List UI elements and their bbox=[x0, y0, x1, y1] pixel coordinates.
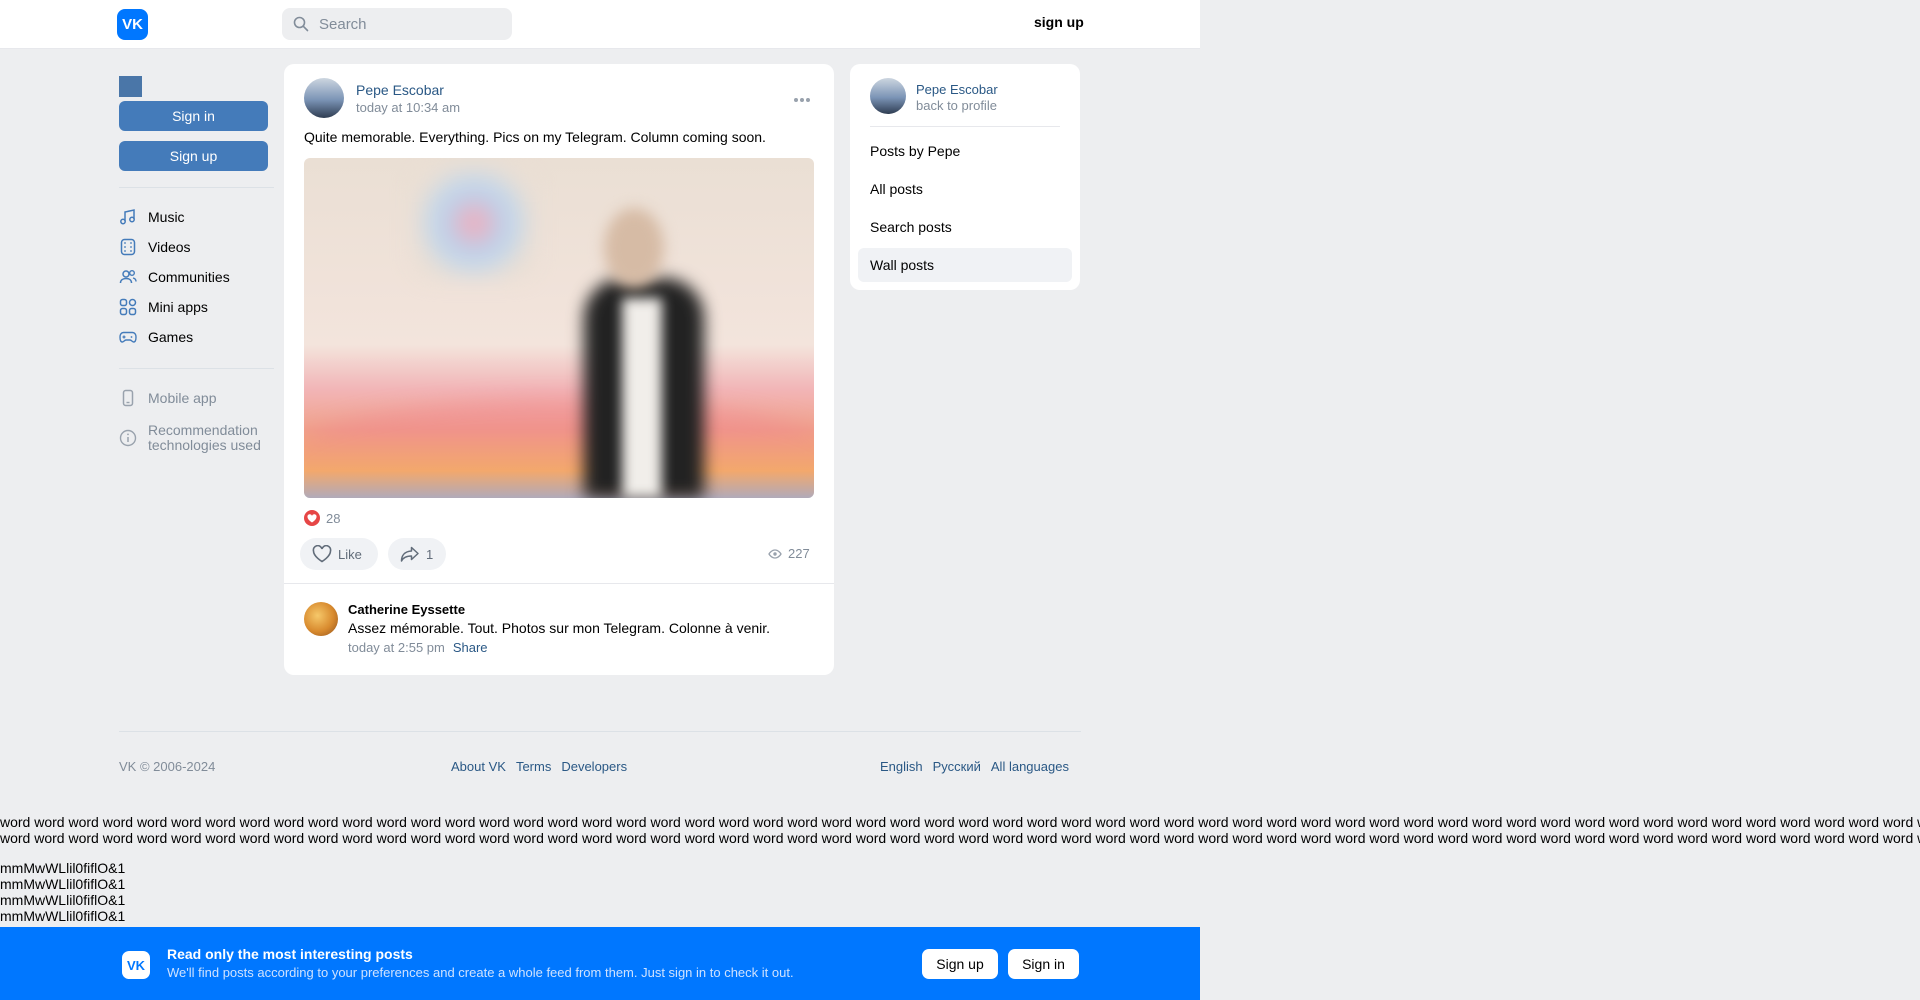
overflow-m-line: mmMwWLlil0fiflO&1 bbox=[0, 892, 126, 908]
banner-title: Read only the most interesting posts bbox=[167, 946, 413, 962]
heart-badge-icon bbox=[304, 510, 320, 526]
mini-apps-icon bbox=[119, 298, 137, 316]
nav-logo-square bbox=[119, 76, 142, 97]
heart-icon bbox=[312, 545, 332, 563]
video-icon bbox=[120, 238, 136, 256]
footer-languages: English Русский All languages bbox=[880, 759, 1069, 774]
banner-sign-in-button[interactable]: Sign in bbox=[1008, 949, 1079, 979]
comment-share-link[interactable]: Share bbox=[453, 640, 488, 655]
language-all[interactable]: All languages bbox=[991, 759, 1069, 774]
nav-item-recommendation[interactable]: Recommendation technologies used bbox=[119, 423, 275, 453]
nav-item-label: Communities bbox=[148, 269, 230, 285]
sign-up-button[interactable]: Sign up bbox=[119, 141, 268, 171]
phone-icon bbox=[122, 389, 134, 407]
nav-item-videos[interactable]: Videos bbox=[119, 232, 275, 262]
footer-copyright: VK © 2006-2024 bbox=[119, 759, 216, 774]
sidebar-item-posts-by-pepe[interactable]: Posts by Pepe bbox=[858, 134, 1072, 168]
overflow-word-line: word word word word word word word word … bbox=[0, 830, 1920, 846]
reactions-count: 28 bbox=[326, 510, 341, 526]
photo-blur-shape bbox=[414, 168, 534, 278]
nav-item-music[interactable]: Music bbox=[119, 202, 275, 232]
communities-icon bbox=[119, 270, 137, 284]
post-card: Pepe Escobar today at 10:34 am Quite mem… bbox=[284, 64, 834, 675]
overflow-word-line: word word word word word word word word … bbox=[0, 814, 1920, 830]
like-label: Like bbox=[338, 546, 362, 562]
footer-divider bbox=[119, 731, 1081, 732]
reactions-summary[interactable]: 28 bbox=[304, 510, 340, 526]
comment-author-avatar[interactable] bbox=[304, 602, 338, 636]
info-icon bbox=[119, 429, 137, 447]
nav-item-label: Music bbox=[148, 209, 185, 225]
nav-item-label: Videos bbox=[148, 239, 191, 255]
sidebar-profile-name[interactable]: Pepe Escobar bbox=[916, 82, 998, 97]
more-icon bbox=[794, 98, 810, 102]
overflow-m-line: mmMwWLlil0fiflO&1 bbox=[0, 876, 126, 892]
footer-link-about[interactable]: About VK bbox=[451, 759, 506, 774]
language-russian[interactable]: Русский bbox=[933, 759, 981, 774]
footer-link-terms[interactable]: Terms bbox=[516, 759, 551, 774]
sidebar-divider bbox=[870, 126, 1060, 127]
overflow-m-line: mmMwWLlil0fiflO&1 bbox=[0, 860, 126, 876]
signin-promo-banner: VK Read only the most interesting posts … bbox=[0, 927, 1200, 1000]
nav-item-mini-apps[interactable]: Mini apps bbox=[119, 292, 275, 322]
nav-item-label: Recommendation technologies used bbox=[148, 423, 261, 453]
banner-sign-up-button[interactable]: Sign up bbox=[922, 949, 998, 979]
banner-vk-logo-icon: VK bbox=[122, 951, 150, 979]
music-icon bbox=[120, 209, 135, 225]
photo-blur-shirt bbox=[622, 298, 662, 498]
footer-link-developers[interactable]: Developers bbox=[561, 759, 627, 774]
share-icon bbox=[400, 546, 419, 562]
sidebar-item-all-posts[interactable]: All posts bbox=[858, 172, 1072, 206]
left-nav: Sign in Sign up Music Videos Communities… bbox=[119, 76, 275, 453]
sidebar-avatar[interactable] bbox=[870, 78, 906, 114]
back-to-profile-link[interactable]: back to profile bbox=[916, 98, 997, 113]
nav-divider bbox=[119, 187, 274, 188]
header-signup-link[interactable]: sign up bbox=[1034, 14, 1084, 30]
gamepad-icon bbox=[119, 331, 137, 343]
recommendation-line-1: Recommendation bbox=[148, 422, 258, 438]
nav-item-label: Mini apps bbox=[148, 299, 208, 315]
top-bar: VK sign up bbox=[0, 0, 1200, 49]
nav-item-label: Games bbox=[148, 329, 194, 345]
nav-item-label: Mobile app bbox=[148, 390, 217, 406]
vk-logo-icon[interactable]: VK bbox=[117, 9, 148, 40]
share-button[interactable]: 1 bbox=[388, 538, 446, 570]
like-button[interactable]: Like bbox=[300, 538, 378, 570]
nav-item-games[interactable]: Games bbox=[119, 322, 275, 352]
search-icon bbox=[293, 16, 309, 32]
sidebar-item-wall-posts[interactable]: Wall posts bbox=[858, 248, 1072, 282]
share-count: 1 bbox=[426, 546, 434, 562]
nav-item-mobile-app[interactable]: Mobile app bbox=[119, 383, 275, 413]
footer-links: About VK Terms Developers bbox=[451, 759, 637, 774]
views-count: 227 bbox=[788, 546, 810, 561]
comment-text: Assez mémorable. Tout. Photos sur mon Te… bbox=[348, 620, 771, 636]
author-avatar[interactable] bbox=[304, 78, 344, 118]
language-english[interactable]: English bbox=[880, 759, 923, 774]
post-text: Quite memorable. Everything. Pics on my … bbox=[304, 129, 766, 145]
post-photo[interactable] bbox=[304, 158, 814, 498]
photo-blur-wave bbox=[304, 398, 814, 498]
profile-sidebar: Pepe Escobar back to profile Posts by Pe… bbox=[850, 64, 1080, 290]
banner-subtitle: We'll find posts according to your prefe… bbox=[167, 965, 794, 980]
sidebar-item-search-posts[interactable]: Search posts bbox=[858, 210, 1072, 244]
photo-blur-head bbox=[604, 208, 664, 288]
overflow-m-line: mmMwWLlil0fiflO&1 bbox=[0, 908, 126, 924]
more-options-button[interactable] bbox=[793, 90, 811, 108]
nav-divider bbox=[119, 368, 274, 369]
comment-author-link[interactable]: Catherine Eyssette bbox=[348, 602, 465, 617]
comment-meta: today at 2:55 pm Share bbox=[348, 640, 488, 655]
search-box[interactable] bbox=[282, 8, 512, 40]
search-input[interactable] bbox=[317, 14, 491, 34]
views-counter: 227 bbox=[768, 546, 810, 561]
comment-time[interactable]: today at 2:55 pm bbox=[348, 640, 445, 655]
eye-icon bbox=[768, 548, 782, 559]
recommendation-line-2: technologies used bbox=[148, 437, 261, 453]
sign-in-button[interactable]: Sign in bbox=[119, 101, 268, 131]
nav-item-communities[interactable]: Communities bbox=[119, 262, 275, 292]
post-divider bbox=[284, 583, 834, 584]
post-author-link[interactable]: Pepe Escobar bbox=[356, 82, 444, 98]
post-time[interactable]: today at 10:34 am bbox=[356, 100, 460, 115]
